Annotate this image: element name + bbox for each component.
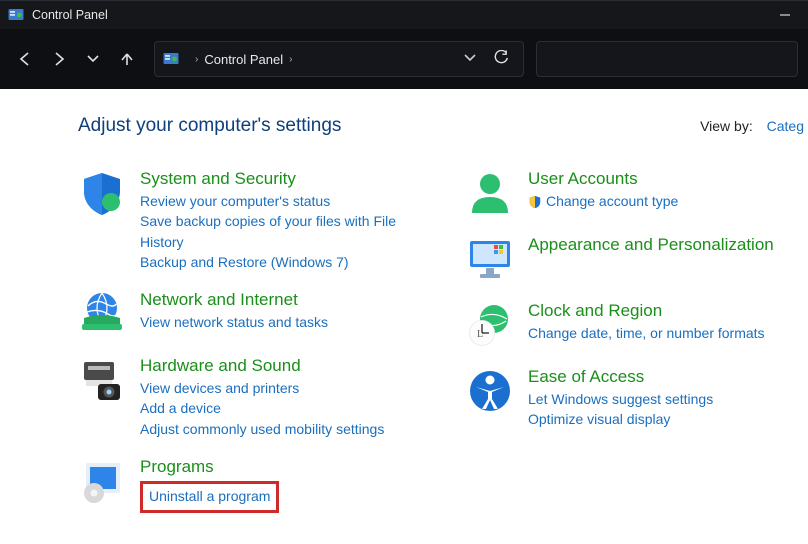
category-link[interactable]: Let Windows suggest settings: [528, 389, 792, 409]
category-system-security: System and Security Review your computer…: [78, 169, 434, 272]
window-minimize-button[interactable]: [768, 4, 802, 26]
page-title: Adjust your computer's settings: [78, 115, 341, 137]
clock-globe-icon: L: [466, 301, 514, 349]
globe-icon: [78, 290, 126, 338]
category-link[interactable]: View network status and tasks: [140, 312, 434, 332]
category-link[interactable]: Change account type: [528, 191, 678, 211]
up-button[interactable]: [112, 44, 142, 74]
user-icon: [466, 169, 514, 217]
category-programs: Programs Uninstall a program: [78, 457, 434, 513]
category-link[interactable]: View devices and printers: [140, 378, 434, 398]
category-title[interactable]: Programs: [140, 457, 434, 477]
navigation-toolbar: › Control Panel ›: [0, 29, 808, 89]
category-ease-of-access: Ease of Access Let Windows suggest setti…: [466, 367, 792, 430]
category-title[interactable]: Hardware and Sound: [140, 356, 434, 376]
view-by-row: View by: Categ: [700, 118, 804, 134]
category-user-accounts: User Accounts Change account type: [466, 169, 792, 217]
window-title: Control Panel: [32, 8, 108, 22]
category-clock-region: L Clock and Region Change date, time, or…: [466, 301, 792, 349]
view-by-dropdown[interactable]: Categ: [757, 118, 804, 134]
control-panel-icon: [163, 51, 179, 67]
category-title[interactable]: Appearance and Personalization: [528, 235, 792, 255]
programs-icon: [78, 457, 126, 505]
address-bar[interactable]: › Control Panel ›: [154, 41, 524, 77]
view-by-label: View by:: [700, 118, 753, 134]
category-title[interactable]: User Accounts: [528, 169, 792, 189]
address-history-dropdown[interactable]: [452, 53, 488, 65]
title-bar: Control Panel: [0, 0, 808, 29]
category-title[interactable]: Network and Internet: [140, 290, 434, 310]
breadcrumb-crumb[interactable]: Control Panel: [204, 52, 283, 67]
printer-camera-icon: [78, 356, 126, 404]
control-panel-icon: [8, 7, 24, 23]
category-link[interactable]: Optimize visual display: [528, 409, 792, 429]
category-title[interactable]: Clock and Region: [528, 301, 792, 321]
category-title[interactable]: System and Security: [140, 169, 434, 189]
search-input[interactable]: [536, 41, 798, 77]
monitor-icon: [466, 235, 514, 283]
back-button[interactable]: [10, 44, 40, 74]
uninstall-program-link[interactable]: Uninstall a program: [149, 486, 270, 506]
chevron-right-icon: ›: [283, 54, 298, 65]
category-hardware-sound: Hardware and Sound View devices and prin…: [78, 356, 434, 439]
category-network-internet: Network and Internet View network status…: [78, 290, 434, 338]
content-area: Adjust your computer's settings View by:…: [0, 89, 808, 544]
category-link-text: Change account type: [546, 191, 678, 211]
chevron-right-icon: ›: [189, 54, 204, 65]
forward-button[interactable]: [44, 44, 74, 74]
category-link[interactable]: Backup and Restore (Windows 7): [140, 252, 434, 272]
uac-shield-icon: [528, 194, 542, 208]
category-link[interactable]: Save backup copies of your files with Fi…: [140, 211, 434, 252]
category-link[interactable]: Add a device: [140, 398, 434, 418]
recent-locations-button[interactable]: [78, 44, 108, 74]
category-link[interactable]: Change date, time, or number formats: [528, 323, 792, 343]
category-link[interactable]: Review your computer's status: [140, 191, 434, 211]
accessibility-icon: [466, 367, 514, 415]
shield-icon: [78, 169, 126, 217]
category-title[interactable]: Ease of Access: [528, 367, 792, 387]
highlighted-link-box: Uninstall a program: [140, 481, 279, 513]
category-appearance: Appearance and Personalization: [466, 235, 792, 283]
category-link[interactable]: Adjust commonly used mobility settings: [140, 419, 434, 439]
content-header: Adjust your computer's settings View by:…: [78, 115, 804, 137]
refresh-button[interactable]: [488, 50, 515, 68]
